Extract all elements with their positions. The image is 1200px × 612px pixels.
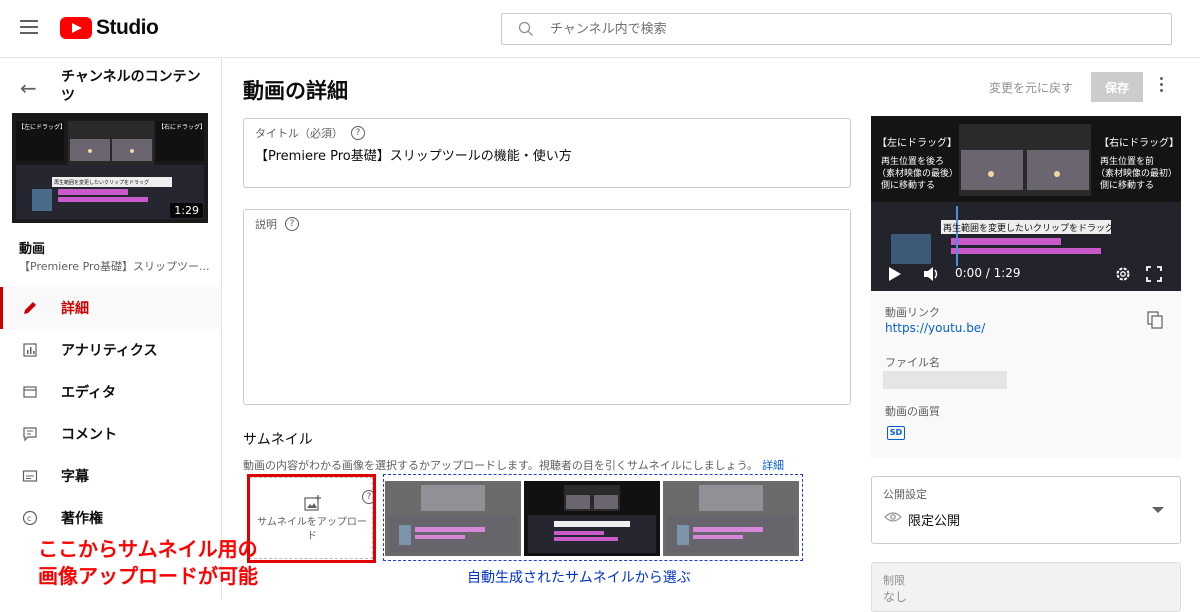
file-name-label: ファイル名 <box>885 356 940 369</box>
fullscreen-icon[interactable] <box>1146 266 1162 282</box>
youtube-play-icon <box>60 17 92 39</box>
search-input[interactable] <box>550 19 1150 39</box>
visibility-value: 限定公開 <box>908 514 961 529</box>
video-quality-label: 動画の画質 <box>885 405 940 418</box>
thumbnail-heading: サムネイル <box>243 432 313 448</box>
video-title-short: 【Premiere Pro基礎】スリップツー... <box>19 260 209 273</box>
player-controls: 0:00 / 1:29 <box>871 257 1181 291</box>
thumbnail-description-text: 動画の内容がわかる画像を選択するかアップロードします。視聴者の目を引くサムネイル… <box>243 459 759 472</box>
svg-text:c: c <box>27 514 31 523</box>
annotation-red-line: 画像アップロードが可能 <box>38 564 258 588</box>
overlay-right-desc-3: 側に移動する <box>1100 179 1154 191</box>
visibility-label: 公開設定 <box>883 488 927 501</box>
overlay-left-desc-1: 再生位置を後ろ <box>881 155 944 167</box>
details-link[interactable]: 詳細 <box>762 459 784 472</box>
sidebar-item-label: 著作権 <box>61 511 103 527</box>
annotation-red-text: ここからサムネイル用の 画像アップロードが可能 <box>38 536 258 590</box>
gear-icon[interactable] <box>1114 265 1132 283</box>
overlay-right-drag: 【右にドラッグ】 <box>1099 136 1179 149</box>
play-icon[interactable] <box>889 267 901 281</box>
page-title: 動画の詳細 <box>243 79 348 103</box>
title-value: 【Premiere Pro基礎】スリップツールの機能・使い方 <box>255 149 572 164</box>
video-player[interactable]: 【左にドラッグ】 再生位置を後ろ （素材映像の最後） 側に移動する 【右にドラッ… <box>871 116 1181 291</box>
analytics-icon <box>20 340 40 360</box>
file-name-value <box>883 371 1007 389</box>
overlay-right-desc-1: 再生位置を前 <box>1100 155 1154 167</box>
title-field[interactable]: タイトル（必須）? 【Premiere Pro基礎】スリップツールの機能・使い方 <box>243 118 851 188</box>
description-field[interactable]: 説明? <box>243 209 851 405</box>
sidebar-item-label: 詳細 <box>61 301 89 317</box>
copy-icon[interactable] <box>1147 311 1163 329</box>
overlay-left-desc-3: 側に移動する <box>881 179 935 191</box>
title-label: タイトル（必須） <box>255 127 343 140</box>
sidebar-item-label: コメント <box>61 427 117 443</box>
restrictions-label: 制限 <box>883 574 905 587</box>
eye-icon <box>884 512 902 522</box>
overlay-right-desc-2: （素材映像の最初） <box>1096 167 1177 179</box>
studio-logo[interactable]: Studio <box>60 16 159 40</box>
annotation-red-line: ここからサムネイル用の <box>38 537 258 561</box>
top-bar: Studio <box>0 0 1200 58</box>
restrictions-value: なし <box>883 590 908 604</box>
save-button[interactable]: 保存 <box>1091 72 1143 102</box>
channel-content-title: チャンネルのコンテンツ <box>61 69 201 104</box>
video-heading: 動画 <box>19 242 46 257</box>
copyright-icon: c <box>20 508 40 528</box>
sidebar-item-analytics[interactable]: アナリティクス <box>0 329 221 371</box>
overlay-caption: 再生範囲を変更したいクリップをドラッグ <box>943 222 1114 234</box>
search-icon <box>518 21 533 36</box>
video-preview-panel: 【左にドラッグ】 再生位置を後ろ （素材映像の最後） 側に移動する 【右にドラッ… <box>871 116 1181 458</box>
video-duration: 1:29 <box>170 203 203 218</box>
video-thumbnail[interactable]: 【左にドラッグ】 【右にドラッグ】 再生範囲を変更したいクリップをドラッグ 1:… <box>12 113 208 223</box>
volume-icon[interactable] <box>923 266 941 282</box>
video-link[interactable]: https://youtu.be/ <box>885 321 985 335</box>
search-bar <box>501 13 1172 45</box>
more-options-icon[interactable] <box>1155 77 1167 97</box>
sidebar-item-editor[interactable]: エディタ <box>0 371 221 413</box>
thumb-caption: 再生範囲を変更したいクリップをドラッグ <box>54 179 149 186</box>
help-icon[interactable]: ? <box>285 217 299 231</box>
sidebar: ← チャンネルのコンテンツ 【左にドラッグ】 【右にドラッグ】 再生範囲を変更し… <box>0 58 222 600</box>
restrictions-field: 制限 なし <box>871 562 1181 612</box>
overlay-left-desc-2: （素材映像の最後） <box>877 167 958 179</box>
subtitles-icon <box>20 466 40 486</box>
sidebar-item-details[interactable]: 詳細 <box>0 287 221 329</box>
description-label: 説明 <box>255 218 277 231</box>
sidebar-item-copyright[interactable]: c 著作権 <box>0 497 221 539</box>
video-link-label: 動画リンク <box>885 306 940 319</box>
visibility-select[interactable]: 公開設定 限定公開 <box>871 476 1181 544</box>
overlay-left-drag: 【左にドラッグ】 <box>877 136 957 149</box>
sidebar-item-label: 字幕 <box>61 469 89 485</box>
thumb-right-drag: 【右にドラッグ】 <box>158 123 206 131</box>
timecode: 0:00 / 1:29 <box>955 266 1021 280</box>
thumb-left-drag: 【左にドラッグ】 <box>18 123 66 131</box>
sidebar-item-subtitles[interactable]: 字幕 <box>0 455 221 497</box>
chevron-down-icon <box>1152 507 1164 513</box>
logo-text: Studio <box>96 16 159 39</box>
sidebar-item-label: アナリティクス <box>61 343 158 359</box>
back-arrow-icon[interactable]: ← <box>20 76 37 100</box>
editor-icon <box>20 382 40 402</box>
menu-icon[interactable] <box>20 20 38 34</box>
sidebar-item-label: エディタ <box>61 385 117 401</box>
annotation-blue-frame <box>383 474 803 561</box>
thumbnail-description: 動画の内容がわかる画像を選択するかアップロードします。視聴者の目を引くサムネイル… <box>243 457 784 473</box>
pencil-icon <box>20 298 40 318</box>
help-icon[interactable]: ? <box>351 126 365 140</box>
sd-quality-icon: SD <box>887 426 905 440</box>
annotation-blue-text: 自動生成されたサムネイルから選ぶ <box>467 570 691 586</box>
comment-icon <box>20 424 40 444</box>
annotation-red-frame <box>247 474 376 563</box>
undo-changes-button[interactable]: 変更を元に戻す <box>989 79 1073 96</box>
sidebar-item-comments[interactable]: コメント <box>0 413 221 455</box>
